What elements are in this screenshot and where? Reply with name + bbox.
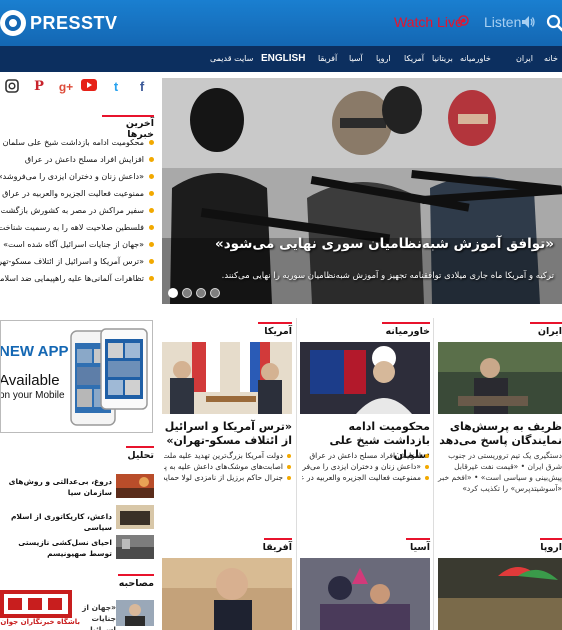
middle-east-bullets: افزایش افراد مسلح داعش در عراق «داعش زنا… (302, 450, 430, 483)
nav-old-site[interactable]: سایت قدیمی (210, 46, 253, 72)
analysis-thumbnail (116, 474, 154, 498)
presstv-logo[interactable]: PRESSTV (0, 9, 118, 37)
main-nav: خانه ایران خاورمیانه بریتانیا آمریکا ارو… (0, 46, 562, 72)
analysis-item[interactable]: داعش، کاریکاتوری از اسلام سیاسی (0, 505, 154, 533)
slide-dot-2[interactable] (182, 288, 192, 298)
africa-heading: آفریقا (263, 538, 292, 553)
watch-live-link[interactable]: Watch Live (394, 14, 463, 30)
mobile-app-banner[interactable]: NEW APP Available on your Mobile (0, 320, 153, 433)
europe-image[interactable] (438, 558, 562, 630)
iran-title[interactable]: ظریف به پرسش‌های نمایندگان پاسخ می‌دهد (438, 420, 562, 448)
analysis-item-title[interactable]: داعش، کاریکاتوری از اسلام سیاسی (0, 511, 112, 533)
analysis-item[interactable]: احیای نسل‌کشی نازیستی توسط صهیونیسم (0, 535, 154, 561)
top-header: PRESSTV Watch Live Listen (0, 0, 562, 46)
slide-dot-4[interactable] (210, 288, 220, 298)
presstv-page: PRESSTV Watch Live Listen خانه ایران خاو… (0, 0, 562, 630)
nav-middle-east[interactable]: خاورمیانه (460, 46, 491, 72)
latest-news-item[interactable]: فلسطین صلاحیت لاهه را به رسمیت شناخت (0, 219, 154, 236)
latest-news-item[interactable]: افزایش افراد مسلح داعش در عراق (0, 151, 154, 168)
nav-britain[interactable]: بریتانیا (432, 46, 453, 72)
africa-image[interactable] (162, 558, 292, 630)
slide-dot-3[interactable] (196, 288, 206, 298)
latest-news-item[interactable]: ممنوعیت فعالیت الجزیره والعربیه در عراق (0, 185, 154, 202)
iran-image[interactable] (438, 342, 562, 414)
logo-text: PRESSTV (30, 12, 118, 33)
latest-news-item[interactable]: «ترس آمریکا و اسرائیل از ائتلاف مسکو-تهر… (0, 253, 154, 270)
card-bullet[interactable]: جنرال حاکم برزیل از نامزدی لولا حمایت می… (164, 472, 292, 483)
latest-news-item[interactable]: محکومیت ادامه بازداشت شیخ علی سلمان (0, 134, 154, 151)
interview-thumbnail (116, 600, 154, 626)
analysis-thumbnail (116, 535, 154, 559)
column-divider (433, 318, 434, 630)
listen-link[interactable]: Listen (484, 14, 521, 30)
middle-east-image[interactable] (300, 342, 430, 414)
logo-emblem (0, 10, 26, 36)
america-bullets: دولت آمریکا بزرگ‌ترین تهدید علیه ملت ایر… (164, 450, 292, 483)
iran-summary: دستگیری یک تیم تروریستی در جنوب شرق ایرا… (438, 451, 562, 493)
latest-news-item[interactable]: سفیر مراکش در مصر به کشورش بازگشت (0, 202, 154, 219)
nav-africa[interactable]: آفریقا (318, 46, 337, 72)
speaker-icon[interactable] (520, 14, 536, 30)
asia-image[interactable] (300, 558, 430, 630)
card-bullet[interactable]: «داعش زنان و دختران ایزدی را می‌فروشد» (302, 461, 430, 472)
nav-iran[interactable]: ایران (516, 46, 533, 72)
google-plus-icon[interactable]: g+ (56, 79, 76, 95)
america-heading: آمریکا (258, 322, 292, 337)
latest-news-item[interactable]: تظاهرات آلمانی‌ها علیه راهپیمایی ضد اسلا… (0, 270, 154, 287)
nav-europe[interactable]: اروپا (376, 46, 391, 72)
nav-home[interactable]: خانه (544, 46, 558, 72)
column-divider (296, 318, 297, 630)
analysis-item[interactable]: دروغ، بی‌عدالتی و روش‌های سازمان سیا (0, 474, 154, 500)
middle-east-heading: خاورمیانه (382, 322, 430, 337)
facebook-icon[interactable]: f (134, 79, 150, 95)
hero-subtitle: ترکیه و آمریکا ماه جاری میلادی توافقنامه… (221, 271, 554, 281)
app-banner-title: NEW APP (0, 343, 69, 360)
asia-heading: آسیا (406, 538, 430, 553)
watermark-text: باشگاه خبرنگاران جوان (0, 618, 80, 626)
nav-english[interactable]: ENGLISH (261, 46, 305, 72)
pinterest-icon[interactable]: P (31, 79, 47, 95)
latest-news-list: محکومیت ادامه بازداشت شیخ علی سلمان افزا… (0, 134, 154, 287)
search-icon[interactable] (546, 14, 562, 32)
nav-america[interactable]: آمریکا (404, 46, 424, 72)
twitter-icon[interactable]: t (108, 79, 124, 95)
slide-dot-1[interactable] (168, 288, 178, 298)
nav-asia[interactable]: آسیا (349, 46, 363, 72)
analysis-heading: تحلیل (126, 446, 154, 461)
slide-dots (168, 288, 220, 298)
america-image[interactable] (162, 342, 292, 414)
app-banner-available: Available (0, 372, 60, 389)
live-indicator-icon (458, 15, 469, 26)
analysis-thumbnail (116, 505, 154, 529)
instagram-icon[interactable] (4, 79, 20, 95)
card-bullet[interactable]: اصابت‌های موشک‌های داعش علیه به پایگاهی … (164, 461, 292, 472)
youtube-icon[interactable] (81, 79, 97, 95)
interview-heading: مصاحبه (118, 574, 154, 589)
hero-title[interactable]: «توافق آموزش شبه‌نظامیان سوری نهایی می‌ش… (215, 236, 554, 252)
card-bullet[interactable]: دولت آمریکا بزرگ‌ترین تهدید علیه ملت ایر… (164, 450, 292, 461)
phone-icon (70, 328, 148, 426)
card-bullet[interactable]: افزایش افراد مسلح داعش در عراق (302, 450, 430, 461)
latest-news-item[interactable]: «جهان از جنایات اسرائیل آگاه شده است» (0, 236, 154, 253)
europe-heading: اروپا (540, 538, 562, 553)
analysis-item-title[interactable]: دروغ، بی‌عدالتی و روش‌های سازمان سیا (0, 476, 112, 498)
analysis-item-title[interactable]: احیای نسل‌کشی نازیستی توسط صهیونیسم (0, 537, 112, 559)
america-title[interactable]: «ترس آمریکا و اسرائیل از ائتلاف مسکو-تهر… (164, 420, 292, 448)
card-bullet[interactable]: ممنوعیت فعالیت الجزیره والعربیه در عراق (302, 472, 430, 483)
iran-heading: ایران (530, 322, 562, 337)
app-banner-mobile: on your Mobile (0, 390, 65, 401)
latest-news-item[interactable]: «داعش زنان و دختران ایزدی را می‌فروشد» (0, 168, 154, 185)
